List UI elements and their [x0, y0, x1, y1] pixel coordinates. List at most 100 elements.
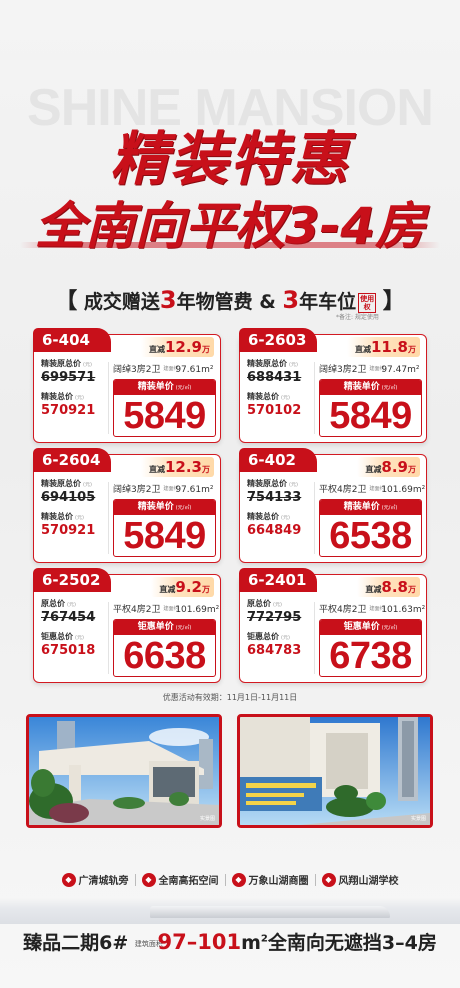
unit-price-box: 精装单价 (元/㎡) 5849 — [113, 499, 216, 557]
unit-number: 6-2502 — [33, 568, 111, 592]
orig-unit: (元) — [67, 602, 76, 608]
train-graphic — [0, 898, 460, 924]
unit-price: 5849 — [123, 395, 206, 437]
drop-unit: 万 — [202, 465, 210, 474]
feature-label: 广清城轨旁 — [78, 876, 129, 887]
divider — [108, 602, 109, 674]
promo-item-2: 年车位 — [299, 291, 357, 313]
orig-unit: (元) — [83, 482, 92, 488]
unit-card[interactable]: 6-2603 直减11.8万 精装原总价 (元) 688431 精装总价 (元) 5… — [239, 328, 427, 443]
drop-badge: 直减8.8万 — [357, 577, 420, 597]
unit-price: 6538 — [329, 515, 412, 557]
price-unit: (元/㎡) — [175, 505, 192, 511]
price-label: 钜惠单价 — [137, 622, 174, 632]
drop-unit: 万 — [408, 465, 416, 474]
divider — [314, 482, 315, 554]
unit-card[interactable]: 6-404 直减12.9万 精装原总价 (元) 699571 精装总价 (元) 57… — [33, 328, 221, 443]
orig-label: 原总价 — [41, 599, 65, 608]
drop-amount: 9.2 — [175, 578, 202, 596]
layout-type: 阔绰3房2卫 — [113, 365, 161, 375]
unit-card[interactable]: 6-402 直减8.9万 精装原总价 (元) 754133 精装总价 (元) 664… — [239, 448, 427, 563]
orig-label: 精装原总价 — [41, 479, 81, 488]
price-unit: (元/㎡) — [175, 625, 192, 631]
drop-amount: 8.8 — [381, 578, 408, 596]
price-unit: (元/㎡) — [381, 625, 398, 631]
promo-item-1: 年物管费 — [176, 291, 253, 313]
orig-total: 754133 — [247, 490, 302, 505]
train-body — [150, 906, 390, 918]
site-photo[interactable]: 实景图 — [237, 714, 433, 828]
layout-info: 阔绰3房2卫 建面约97.61m² — [113, 362, 213, 375]
area-value: 97.61m² — [175, 485, 214, 495]
area-value: 101.63m² — [381, 605, 426, 615]
layout-type: 平权4房2卫 — [319, 485, 367, 495]
drop-label: 直减 — [354, 345, 371, 354]
price-unit: (元/㎡) — [175, 385, 192, 391]
total-unit: (元) — [75, 395, 84, 401]
layout-info: 阔绰3房2卫 建面约97.47m² — [319, 362, 419, 375]
price-label: 精装单价 — [343, 382, 380, 392]
drop-unit: 万 — [202, 345, 210, 354]
total-unit: (元) — [281, 395, 290, 401]
drop-label: 直减 — [365, 585, 382, 594]
layout-type: 平权4房2卫 — [113, 605, 161, 615]
price-label: 精装单价 — [137, 502, 174, 512]
unit-card[interactable]: 6-2604 直减12.3万 精装原总价 (元) 694105 精装总价 (元) 5… — [33, 448, 221, 563]
total-price: 570921 — [41, 523, 96, 538]
feature-label: 万象山湖商圈 — [248, 876, 309, 887]
drop-amount: 12.3 — [164, 458, 202, 476]
orig-label: 精装原总价 — [41, 359, 81, 368]
divider — [108, 482, 109, 554]
footer-unit: m — [241, 932, 261, 954]
orig-total: 699571 — [41, 370, 96, 385]
feature-label: 全南高拓空间 — [158, 876, 219, 887]
total-price: 570102 — [247, 403, 302, 418]
total-unit: (元) — [281, 635, 290, 641]
layout-info: 平权4房2卫 建面约101.69m² — [113, 602, 219, 615]
divider — [314, 602, 315, 674]
layout-type: 平权4房2卫 — [319, 605, 367, 615]
orig-unit: (元) — [289, 482, 298, 488]
divider — [134, 873, 136, 886]
gate-photo-illustration — [29, 717, 219, 825]
area-value: 97.47m² — [381, 365, 420, 375]
feature-item: ◆ 万象山湖商圈 — [231, 872, 316, 887]
orig-total: 694105 — [41, 490, 96, 505]
unit-number: 6-404 — [33, 328, 111, 352]
unit-price-box: 精装单价 (元/㎡) 5849 — [319, 379, 422, 437]
drop-amount: 11.8 — [370, 338, 408, 356]
footer-prefix: 臻品二期6# — [23, 932, 129, 954]
layout-type: 阔绰3房2卫 — [113, 485, 161, 495]
footer-unit-sup: 2 — [260, 933, 268, 945]
unit-card[interactable]: 6-2401 直减8.8万 原总价 (元) 772795 钜惠总价 (元) 6847… — [239, 568, 427, 683]
unit-card[interactable]: 6-2502 直减9.2万 原总价 (元) 767454 钜惠总价 (元) 6750… — [33, 568, 221, 683]
drop-unit: 万 — [408, 345, 416, 354]
orig-total: 688431 — [247, 370, 302, 385]
site-photo[interactable]: 实景图 — [26, 714, 222, 828]
drop-unit: 万 — [202, 585, 210, 594]
total-price: 664849 — [247, 523, 302, 538]
drop-badge: 直减9.2万 — [151, 577, 214, 597]
promo-years-2: 3 — [282, 286, 300, 314]
feature-label: 风翔山湖学校 — [338, 876, 399, 887]
price-unit: (元/㎡) — [381, 505, 398, 511]
total-label: 精装总价 — [41, 392, 73, 401]
unit-number: 6-2604 — [33, 448, 111, 472]
unit-number: 6-402 — [239, 448, 317, 472]
unit-price-box: 钜惠单价 (元/㎡) 6638 — [113, 619, 216, 677]
orig-total: 772795 — [247, 610, 302, 625]
area-label: 建面约 — [163, 486, 179, 492]
rail-icon: ◆ — [61, 872, 76, 887]
total-label: 精装总价 — [41, 512, 73, 521]
unit-price-box: 精装单价 (元/㎡) 6538 — [319, 499, 422, 557]
mall-icon: ◆ — [231, 872, 246, 887]
unit-number: 6-2603 — [239, 328, 317, 352]
footer-area-label: 建筑面积 — [134, 939, 163, 948]
entrance-photo-illustration — [240, 717, 430, 825]
drop-badge: 直减8.9万 — [357, 457, 420, 477]
orig-unit: (元) — [273, 602, 282, 608]
divider — [314, 873, 316, 886]
area-label: 建面约 — [369, 366, 385, 372]
footer-area-range: 97–101 — [157, 930, 242, 954]
unit-price-box: 钜惠单价 (元/㎡) 6738 — [319, 619, 422, 677]
